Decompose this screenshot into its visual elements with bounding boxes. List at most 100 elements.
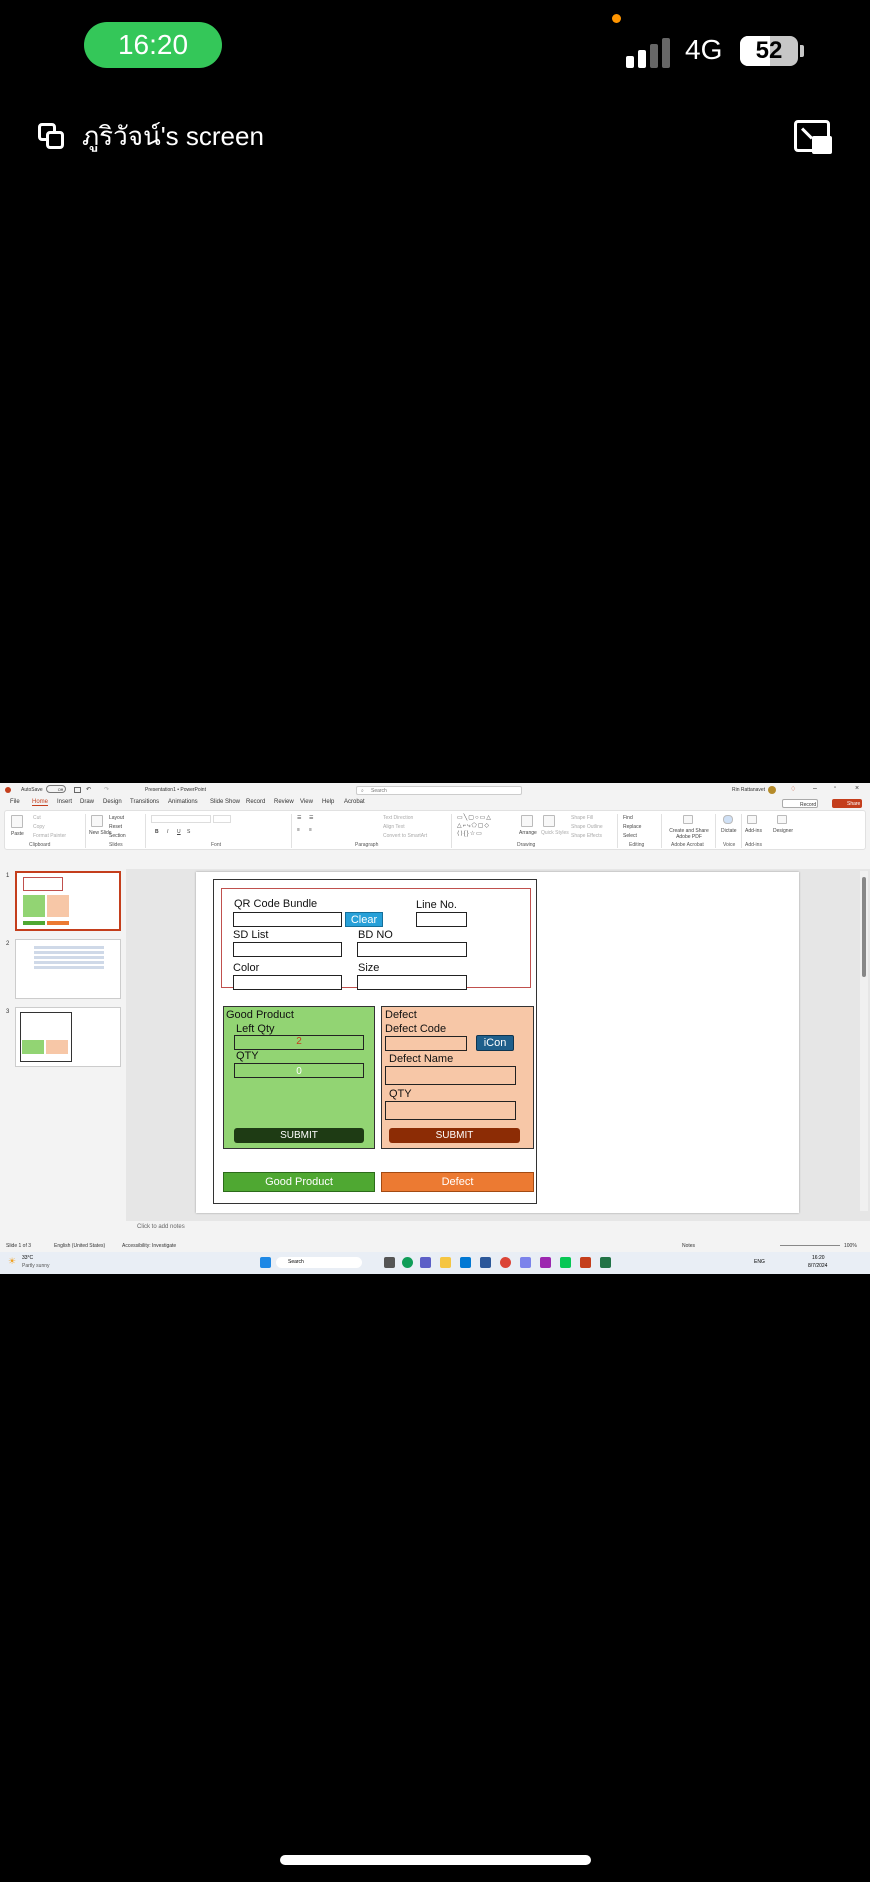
zoom-slider[interactable] (780, 1245, 840, 1246)
language-status[interactable]: English (United States) (54, 1243, 105, 1249)
text-direction-button[interactable]: Text Direction (383, 815, 413, 821)
slide-thumbnail-3[interactable] (15, 1007, 121, 1067)
defect-code-input[interactable] (385, 1036, 467, 1051)
line-icon[interactable] (560, 1257, 571, 1268)
close-icon[interactable]: × (855, 785, 859, 792)
autosave-toggle[interactable]: Off (46, 785, 66, 793)
align-text-button[interactable]: Align Text (383, 824, 405, 830)
home-indicator[interactable] (280, 1855, 591, 1865)
replace-button[interactable]: Replace (623, 824, 641, 830)
defect-button[interactable]: Defect (381, 1172, 534, 1192)
paste-icon[interactable] (11, 815, 23, 828)
powerpoint-taskbar-icon[interactable] (580, 1257, 591, 1268)
maximize-icon[interactable]: ▫ (834, 785, 836, 791)
avatar[interactable] (768, 786, 776, 794)
vertical-scrollbar[interactable] (860, 871, 868, 1211)
copy-button[interactable]: Copy (33, 824, 45, 830)
windows-start-icon[interactable] (260, 1257, 271, 1268)
select-button[interactable]: Select (623, 833, 637, 839)
left-qty-field[interactable]: 2 (234, 1035, 364, 1050)
shape-effects-button[interactable]: Shape Effects (571, 833, 602, 839)
clock-date[interactable]: 8/7/2024 (808, 1263, 827, 1269)
reset-button[interactable]: Reset (109, 824, 122, 830)
tab-slide-show[interactable]: Slide Show (210, 799, 240, 805)
title-search-input[interactable]: ⌕ Search (356, 786, 522, 795)
tab-view[interactable]: View (300, 799, 313, 805)
tab-home[interactable]: Home (32, 799, 49, 806)
shape-outline-button[interactable]: Shape Outline (571, 824, 603, 830)
arrange-icon[interactable] (521, 815, 533, 827)
strikethrough-icon[interactable]: S (187, 829, 190, 835)
calculator-icon[interactable] (480, 1257, 491, 1268)
save-icon[interactable] (74, 787, 81, 793)
font-size-select[interactable] (213, 815, 231, 823)
minimize-icon[interactable]: – (813, 785, 817, 792)
share-button[interactable]: Share (832, 799, 862, 808)
good-submit-button[interactable]: SUBMIT (234, 1128, 364, 1143)
tab-review[interactable]: Review (274, 799, 294, 805)
notes-placeholder[interactable]: Click to add notes (137, 1224, 185, 1230)
tab-acrobat[interactable]: Acrobat (344, 799, 365, 805)
microphone-icon[interactable] (723, 815, 733, 824)
tab-record[interactable]: Record (246, 799, 265, 805)
cut-button[interactable]: Cut (33, 815, 41, 821)
color-input[interactable] (233, 975, 342, 990)
tab-file[interactable]: File (10, 799, 20, 805)
shapes-gallery[interactable]: ▭╲▢○▭△ △⌐⤷⬠▢◇ ⟨⟩{}☆▭ (457, 814, 513, 840)
add-ins-icon[interactable] (747, 815, 757, 824)
outlook-icon[interactable] (460, 1257, 471, 1268)
edge-icon[interactable] (402, 1257, 413, 1268)
format-painter-button[interactable]: Format Painter (33, 833, 66, 839)
defect-submit-button[interactable]: SUBMIT (389, 1128, 520, 1143)
slide-thumbnail-2[interactable] (15, 939, 121, 999)
record-button[interactable]: Record (782, 799, 818, 808)
current-slide[interactable]: QR Code Bundle Clear Line No. SD List BD… (196, 872, 799, 1213)
bullets-icon[interactable]: ☰ (297, 815, 301, 821)
good-qty-field[interactable]: 0 (234, 1063, 364, 1078)
adobe-pdf-icon[interactable] (683, 815, 693, 824)
defect-qty-input[interactable] (385, 1101, 516, 1120)
align-left-icon[interactable]: ≡ (297, 827, 300, 833)
visual-studio-icon[interactable] (540, 1257, 551, 1268)
align-center-icon[interactable]: ≡ (309, 827, 312, 833)
clear-button[interactable]: Clear (345, 912, 383, 927)
italic-icon[interactable]: I (167, 829, 168, 835)
teams-icon[interactable] (420, 1257, 431, 1268)
store-icon[interactable] (520, 1257, 531, 1268)
find-button[interactable]: Find (623, 815, 633, 821)
convert-smartart-button[interactable]: Convert to SmartArt (383, 833, 427, 839)
numbering-icon[interactable]: ☰ (309, 815, 313, 821)
layout-button[interactable]: Layout (109, 815, 124, 821)
undo-icon[interactable]: ↶ (86, 786, 91, 793)
tab-animations[interactable]: Animations (168, 799, 198, 805)
line-no-input[interactable] (416, 912, 467, 927)
designer-icon[interactable] (777, 815, 787, 824)
redo-icon[interactable]: ↷ (104, 786, 109, 793)
tab-design[interactable]: Design (103, 799, 122, 805)
defect-name-input[interactable] (385, 1066, 516, 1085)
slide-thumbnail-1[interactable] (15, 871, 121, 931)
underline-icon[interactable]: U (177, 829, 181, 835)
good-product-button[interactable]: Good Product (223, 1172, 375, 1192)
tab-help[interactable]: Help (322, 799, 334, 805)
accessibility-status[interactable]: Accessibility: Investigate (122, 1243, 176, 1249)
shape-fill-button[interactable]: Shape Fill (571, 815, 593, 821)
icon-button[interactable]: iCon (476, 1035, 514, 1051)
excel-icon[interactable] (600, 1257, 611, 1268)
bd-no-input[interactable] (357, 942, 467, 957)
task-view-icon[interactable] (384, 1257, 395, 1268)
zoom-level[interactable]: 100% (844, 1243, 857, 1249)
qr-code-input[interactable] (233, 912, 342, 927)
taskbar-search[interactable]: Search (276, 1257, 362, 1268)
tab-transitions[interactable]: Transitions (130, 799, 159, 805)
bold-icon[interactable]: B (155, 829, 159, 835)
size-input[interactable] (357, 975, 467, 990)
input-language[interactable]: ENG (754, 1259, 765, 1265)
quick-styles-icon[interactable] (543, 815, 555, 827)
scrollbar-thumb[interactable] (862, 877, 866, 977)
exit-fullscreen-icon[interactable] (794, 120, 834, 156)
tab-insert[interactable]: Insert (57, 799, 72, 805)
file-explorer-icon[interactable] (440, 1257, 451, 1268)
clock-time[interactable]: 16:20 (812, 1255, 825, 1261)
section-button[interactable]: Section (109, 833, 126, 839)
